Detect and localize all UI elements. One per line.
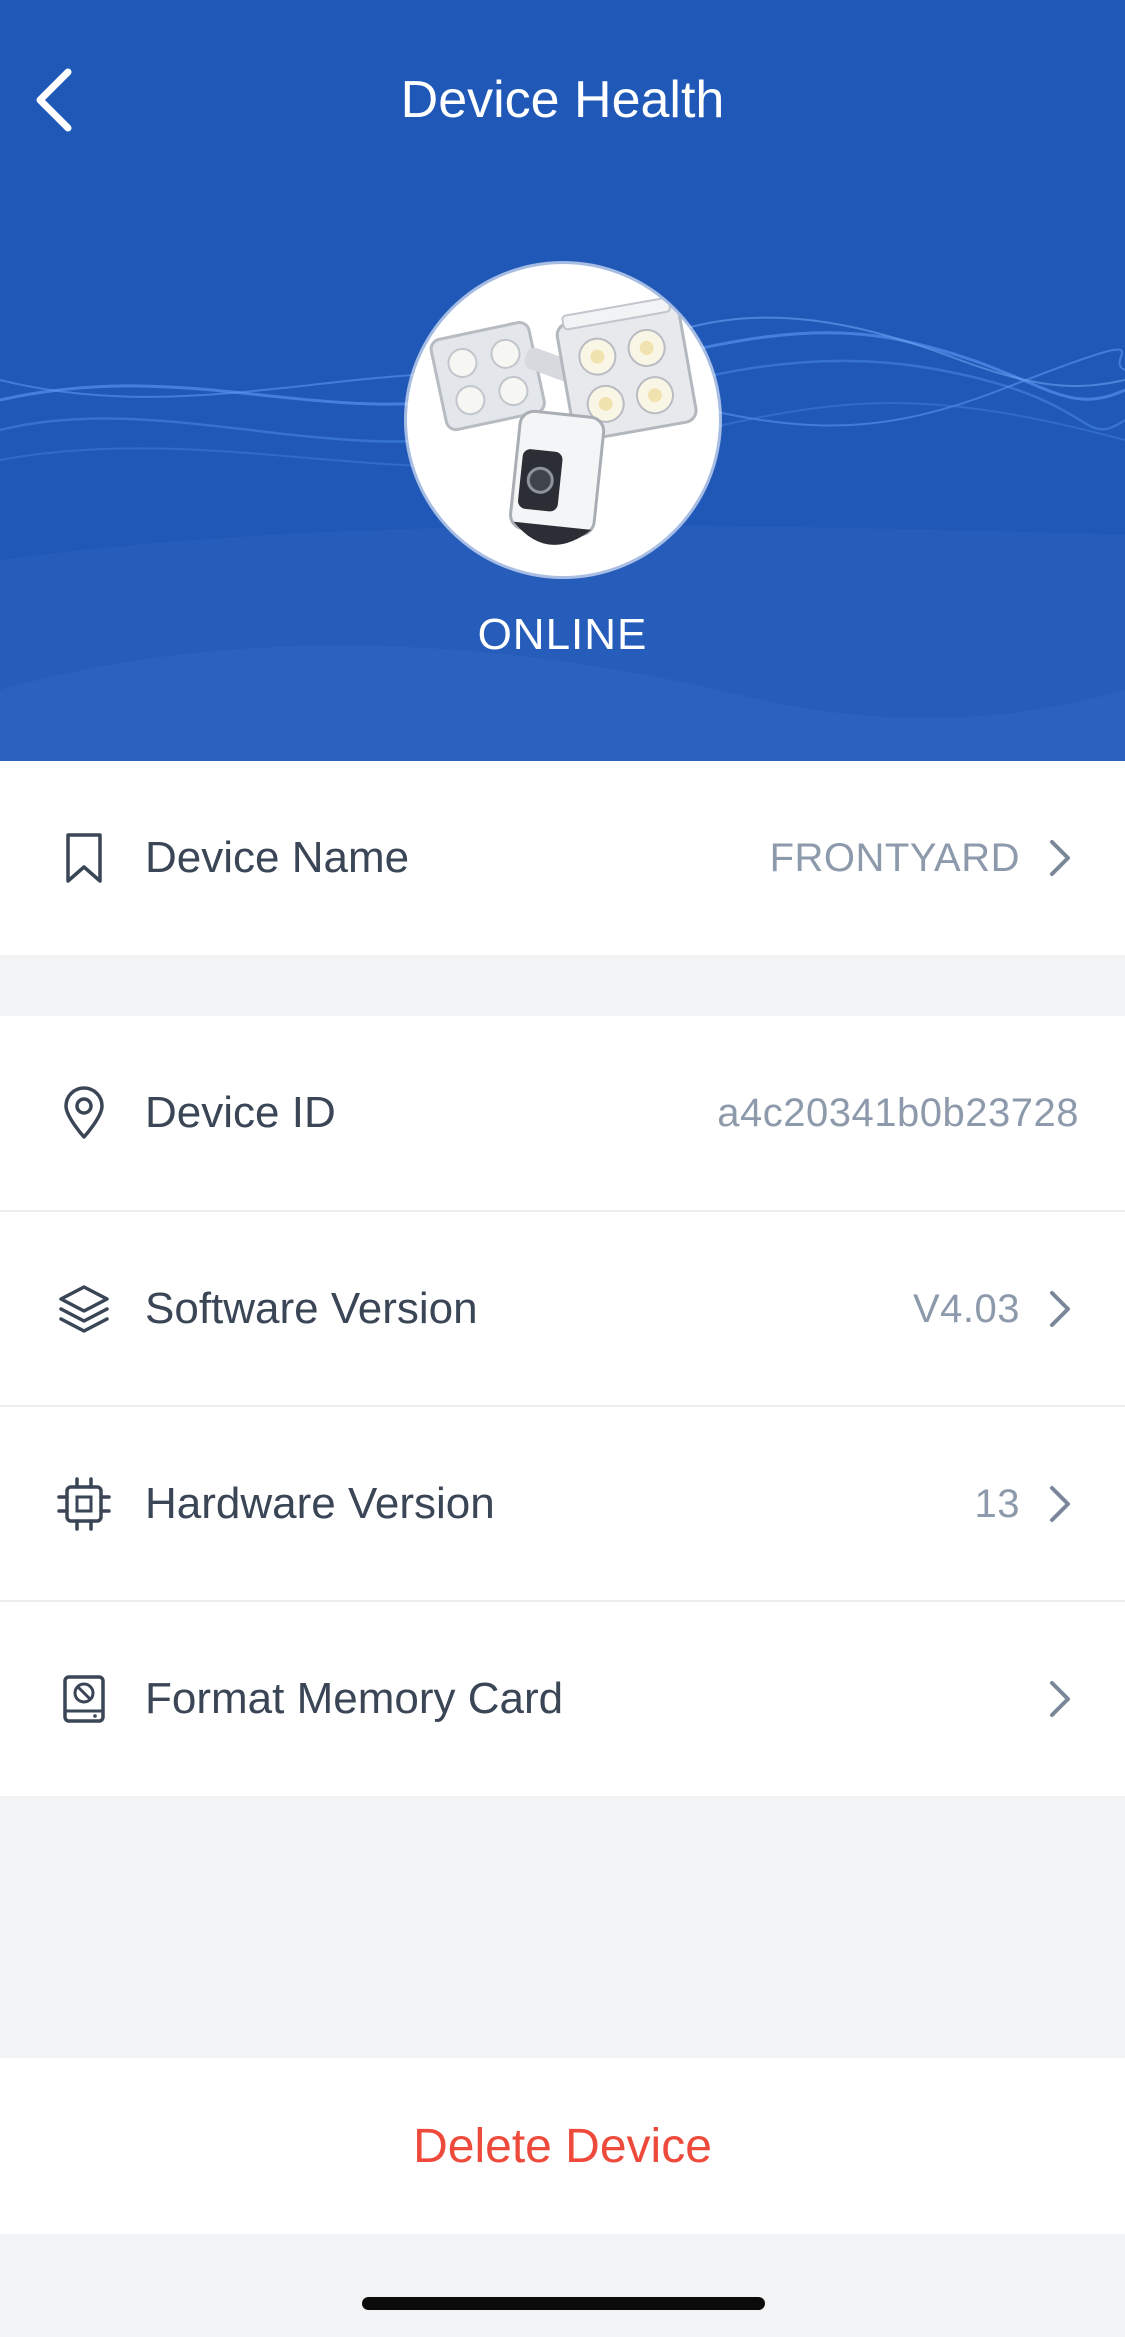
delete-device-label: Delete Device <box>413 2119 712 2173</box>
format-memory-card-label: Format Memory Card <box>145 1674 564 1723</box>
device-name-row[interactable]: Device Name FRONTYARD <box>0 761 1125 955</box>
page-title: Device Health <box>400 71 725 129</box>
chevron-right-icon <box>1040 1279 1080 1339</box>
hardware-version-value: 13 <box>974 1482 1020 1526</box>
device-image <box>407 264 719 576</box>
location-pin-icon <box>55 1084 113 1142</box>
bookmark-icon <box>55 829 113 887</box>
layers-icon <box>55 1280 113 1338</box>
device-id-row: Device ID a4c20341b0b23728 <box>0 1016 1125 1210</box>
device-id-value: a4c20341b0b23728 <box>717 1091 1079 1135</box>
software-version-label: Software Version <box>145 1284 478 1333</box>
device-id-label: Device ID <box>145 1088 336 1137</box>
format-memory-card-row[interactable]: Format Memory Card <box>0 1602 1125 1796</box>
software-version-value: V4.03 <box>912 1287 1020 1331</box>
hardware-version-row[interactable]: Hardware Version 13 <box>0 1407 1125 1601</box>
device-name-label: Device Name <box>145 833 410 882</box>
chevron-right-icon <box>1040 828 1080 888</box>
chevron-right-icon <box>1040 1669 1080 1729</box>
software-version-row[interactable]: Software Version V4.03 <box>0 1212 1125 1406</box>
delete-device-button[interactable]: Delete Device <box>0 2058 1125 2234</box>
device-name-value: FRONTYARD <box>769 836 1020 880</box>
hardware-version-label: Hardware Version <box>145 1479 495 1528</box>
chevron-right-icon <box>1040 1474 1080 1534</box>
home-indicator[interactable] <box>362 2297 765 2310</box>
header-banner: Device Health ONLINE <box>0 0 1125 761</box>
chip-icon <box>55 1475 113 1533</box>
memory-card-icon <box>55 1670 113 1728</box>
device-status: ONLINE <box>477 610 648 659</box>
